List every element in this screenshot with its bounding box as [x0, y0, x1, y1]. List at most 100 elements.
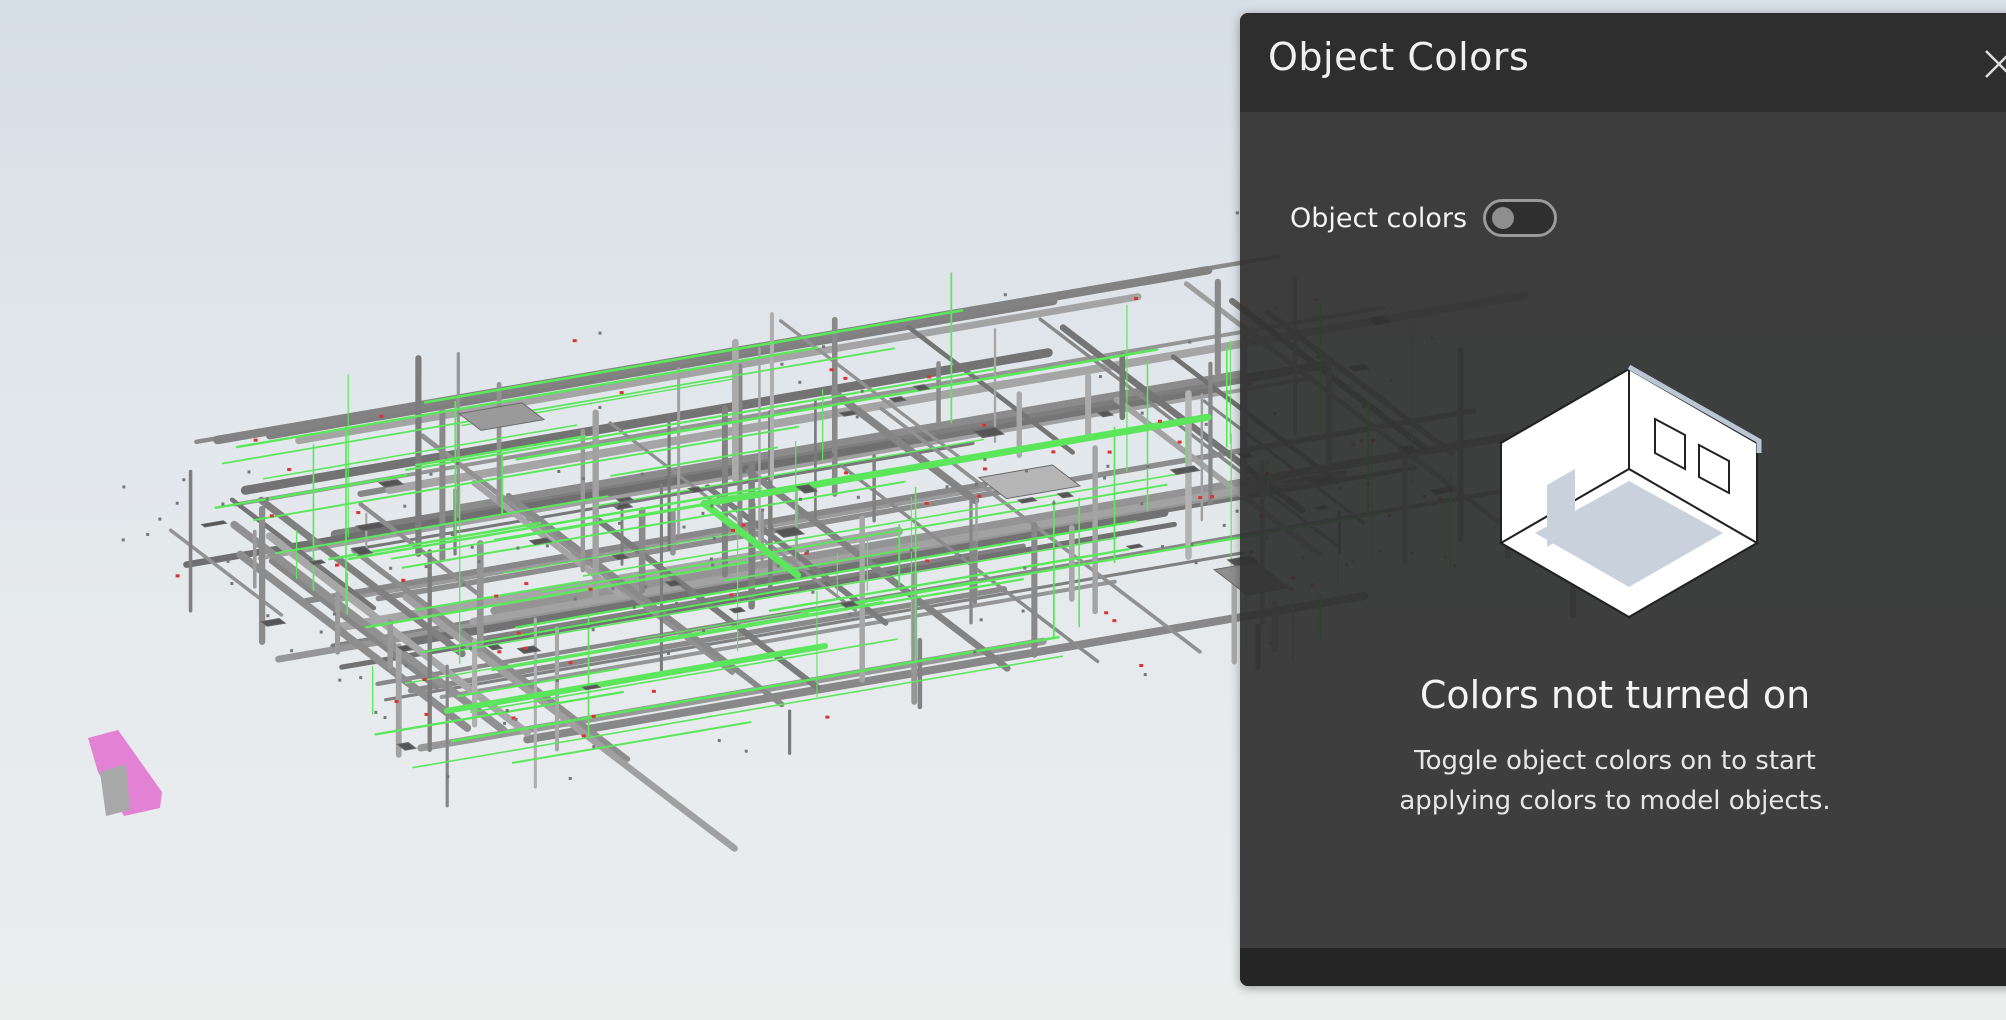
model-fitting — [122, 485, 126, 489]
model-fitting — [741, 523, 746, 527]
model-fitting — [588, 587, 593, 591]
empty-state-description: Toggle object colors on to start applyin… — [1240, 741, 1990, 821]
model-fitting — [1235, 509, 1239, 513]
model-fitting — [401, 578, 406, 582]
model-fitting — [1003, 293, 1007, 297]
model-fitting — [617, 521, 621, 525]
model-fitting — [505, 709, 509, 713]
model-fitting — [338, 678, 342, 682]
model-fitting — [632, 605, 636, 609]
model-fitting — [462, 583, 466, 587]
model-fitting — [374, 710, 378, 714]
model-fitting — [1023, 566, 1027, 570]
model-fitting — [1146, 465, 1150, 469]
model-fitting — [266, 614, 270, 618]
model-fitting — [332, 612, 336, 616]
model-fitting — [290, 649, 294, 653]
panel-header: Object Colors — [1240, 13, 2006, 114]
model-fitting — [221, 502, 225, 506]
model-fitting — [1025, 469, 1029, 473]
model-fitting — [1139, 664, 1144, 668]
model-fitting — [403, 504, 407, 508]
model-fitting — [701, 511, 705, 515]
model-fitting — [675, 601, 679, 605]
model-fitting — [331, 644, 335, 648]
model-fitting — [1143, 673, 1147, 677]
model-fitting — [1162, 393, 1166, 397]
model-fitting — [983, 458, 987, 462]
model-fitting — [856, 495, 860, 499]
model-fitting — [780, 362, 784, 366]
model-fitting — [1103, 476, 1107, 480]
model-fitting — [710, 504, 714, 508]
model-fitting — [1104, 611, 1109, 615]
model-fitting — [806, 549, 810, 553]
model-equipment — [1016, 497, 1038, 504]
model-fitting — [494, 594, 499, 598]
model-fitting — [945, 485, 949, 489]
model-fitting — [982, 423, 987, 427]
object-colors-toggle-label: Object colors — [1290, 202, 1468, 234]
model-fitting — [711, 563, 715, 567]
model-fitting — [226, 559, 230, 563]
model-fitting — [1161, 545, 1165, 549]
model-fitting — [729, 593, 734, 597]
model-fitting — [860, 389, 864, 393]
model-fitting — [182, 478, 186, 482]
model-equipment — [1169, 465, 1201, 475]
model-fitting — [798, 497, 802, 501]
model-pipe — [417, 637, 1047, 752]
model-fitting — [983, 362, 987, 366]
model-fitting — [712, 536, 716, 540]
model-fitting — [455, 461, 459, 465]
model-fitting — [269, 514, 274, 518]
model-fitting — [175, 574, 180, 578]
model-fitting — [568, 776, 572, 780]
model-fitting — [744, 749, 748, 753]
model-fitting — [253, 438, 258, 442]
model-fitting — [557, 469, 561, 473]
model-fitting — [158, 517, 162, 521]
model-fitting — [1112, 619, 1117, 623]
model-fitting — [709, 557, 713, 561]
model-fitting — [619, 391, 624, 395]
model-equipment — [1125, 543, 1144, 550]
model-fitting — [287, 468, 292, 472]
model-fitting — [1140, 411, 1144, 415]
model-pipe — [450, 635, 1060, 743]
model-fitting — [598, 331, 602, 335]
panel-title: Object Colors — [1268, 35, 1530, 79]
model-fitting — [1204, 422, 1208, 426]
model-fitting — [1190, 542, 1194, 546]
model-fitting — [924, 501, 929, 505]
model-fitting — [514, 718, 518, 722]
close-button[interactable] — [1982, 47, 2006, 81]
model-fitting — [389, 566, 393, 570]
model-fitting — [1106, 464, 1110, 468]
object-colors-toggle[interactable] — [1483, 199, 1558, 237]
model-fitting — [1177, 440, 1182, 444]
model-fitting — [1222, 523, 1226, 527]
model-fitting — [670, 479, 674, 483]
model-fitting — [572, 339, 577, 343]
panel-footer — [1240, 948, 2006, 986]
model-fitting — [598, 405, 602, 409]
close-icon[interactable] — [1982, 47, 2006, 81]
model-fitting — [555, 679, 559, 683]
toggle-knob[interactable] — [1492, 207, 1515, 229]
model-fitting — [1021, 609, 1025, 613]
model-fitting — [798, 380, 802, 384]
model-equipment — [100, 764, 130, 816]
object-colors-toggle-row: Object colors — [1290, 196, 1558, 240]
model-fitting — [230, 582, 234, 586]
model-fitting — [974, 483, 978, 487]
model-fitting — [470, 545, 474, 549]
model-fitting — [379, 414, 384, 418]
model-fitting — [592, 745, 596, 749]
model-fitting — [811, 590, 815, 594]
model-fitting — [1052, 501, 1056, 505]
model-fitting — [611, 586, 615, 590]
model-fitting — [1235, 211, 1239, 215]
object-colors-panel: Object Colors Object colors Colors not t… — [1240, 13, 2006, 986]
model-fitting — [830, 453, 834, 457]
